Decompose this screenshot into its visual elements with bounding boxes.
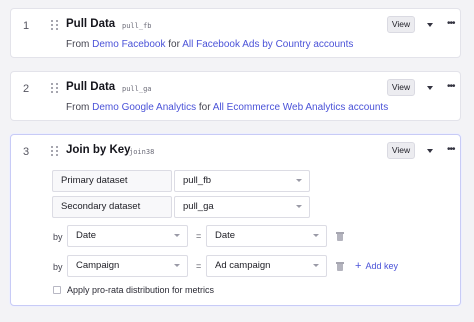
prorata-label: Apply pro-rata distribution for metrics	[67, 285, 215, 295]
equals-sign: =	[196, 261, 202, 271]
chevron-down-icon	[174, 234, 180, 237]
add-key-label: Add key	[365, 261, 398, 271]
view-button[interactable]: View	[387, 79, 415, 96]
caret-down-icon[interactable]	[427, 149, 433, 153]
accounts-link[interactable]: All Ecommerce Web Analytics accounts	[213, 102, 388, 113]
step-title: Join by Key	[66, 144, 131, 156]
left-key-select[interactable]: Date	[67, 225, 188, 247]
plus-icon: +	[355, 260, 362, 272]
desc-for: for	[168, 39, 180, 50]
step-tag: pull_ga	[122, 85, 152, 93]
step-number: 1	[23, 20, 30, 32]
desc-from: From	[66, 102, 90, 113]
more-horizontal-icon[interactable]: •••	[447, 81, 455, 92]
equals-sign: =	[196, 231, 202, 241]
more-horizontal-icon[interactable]: •••	[447, 18, 455, 29]
chevron-down-icon	[296, 205, 302, 208]
chevron-down-icon	[313, 234, 319, 237]
right-key-select[interactable]: Date	[206, 225, 327, 247]
desc-for: for	[198, 102, 211, 113]
by-label: by	[53, 232, 63, 242]
add-key-button[interactable]: + Add key	[355, 260, 398, 272]
secondary-dataset-value: pull_ga	[183, 201, 214, 212]
accounts-link[interactable]: All Facebook Ads by Country accounts	[182, 39, 353, 50]
chevron-down-icon	[174, 264, 180, 267]
left-key-select[interactable]: Campaign	[67, 255, 188, 277]
secondary-dataset-select[interactable]: pull_ga	[174, 196, 310, 218]
step-card-1: 1 Pull Data pull_fb From Demo Facebook f…	[10, 8, 461, 58]
prorata-checkbox[interactable]	[53, 286, 61, 294]
caret-down-icon[interactable]	[427, 86, 433, 90]
step-card-3: 3 Join by Key join38 View ••• Primary da…	[10, 134, 461, 306]
right-key-value: Ad campaign	[215, 260, 271, 271]
primary-dataset-select[interactable]: pull_fb	[174, 170, 310, 192]
view-button[interactable]: View	[387, 142, 415, 159]
chevron-down-icon	[313, 264, 319, 267]
step-tag: pull_fb	[122, 22, 152, 30]
step-description: From Demo Google Analytics for All Ecomm…	[66, 102, 388, 113]
step-number: 2	[23, 83, 30, 95]
drag-handle-icon[interactable]	[51, 83, 58, 93]
step-title: Pull Data	[66, 18, 116, 30]
primary-dataset-label: Primary dataset	[52, 170, 172, 192]
step-number: 3	[23, 146, 30, 158]
drag-handle-icon[interactable]	[51, 146, 58, 156]
trash-icon[interactable]	[336, 232, 344, 241]
right-key-value: Date	[215, 230, 236, 241]
left-key-value: Campaign	[76, 260, 120, 271]
primary-dataset-value: pull_fb	[183, 175, 211, 186]
step-title: Pull Data	[66, 81, 116, 93]
secondary-dataset-label: Secondary dataset	[52, 196, 172, 218]
more-horizontal-icon[interactable]: •••	[447, 144, 455, 155]
view-button[interactable]: View	[387, 16, 415, 33]
drag-handle-icon[interactable]	[51, 20, 58, 30]
by-label: by	[53, 262, 63, 272]
left-key-value: Date	[76, 230, 97, 241]
step-card-2: 2 Pull Data pull_ga From Demo Google Ana…	[10, 71, 461, 121]
source-link[interactable]: Demo Facebook	[92, 39, 165, 50]
caret-down-icon[interactable]	[427, 23, 433, 27]
source-link[interactable]: Demo Google Analytics	[92, 102, 196, 113]
step-description: From Demo Facebook for All Facebook Ads …	[66, 39, 353, 50]
right-key-select[interactable]: Ad campaign	[206, 255, 327, 277]
step-tag: join38	[129, 148, 155, 156]
trash-icon[interactable]	[336, 262, 344, 271]
chevron-down-icon	[296, 179, 302, 182]
desc-from: From	[66, 39, 90, 50]
